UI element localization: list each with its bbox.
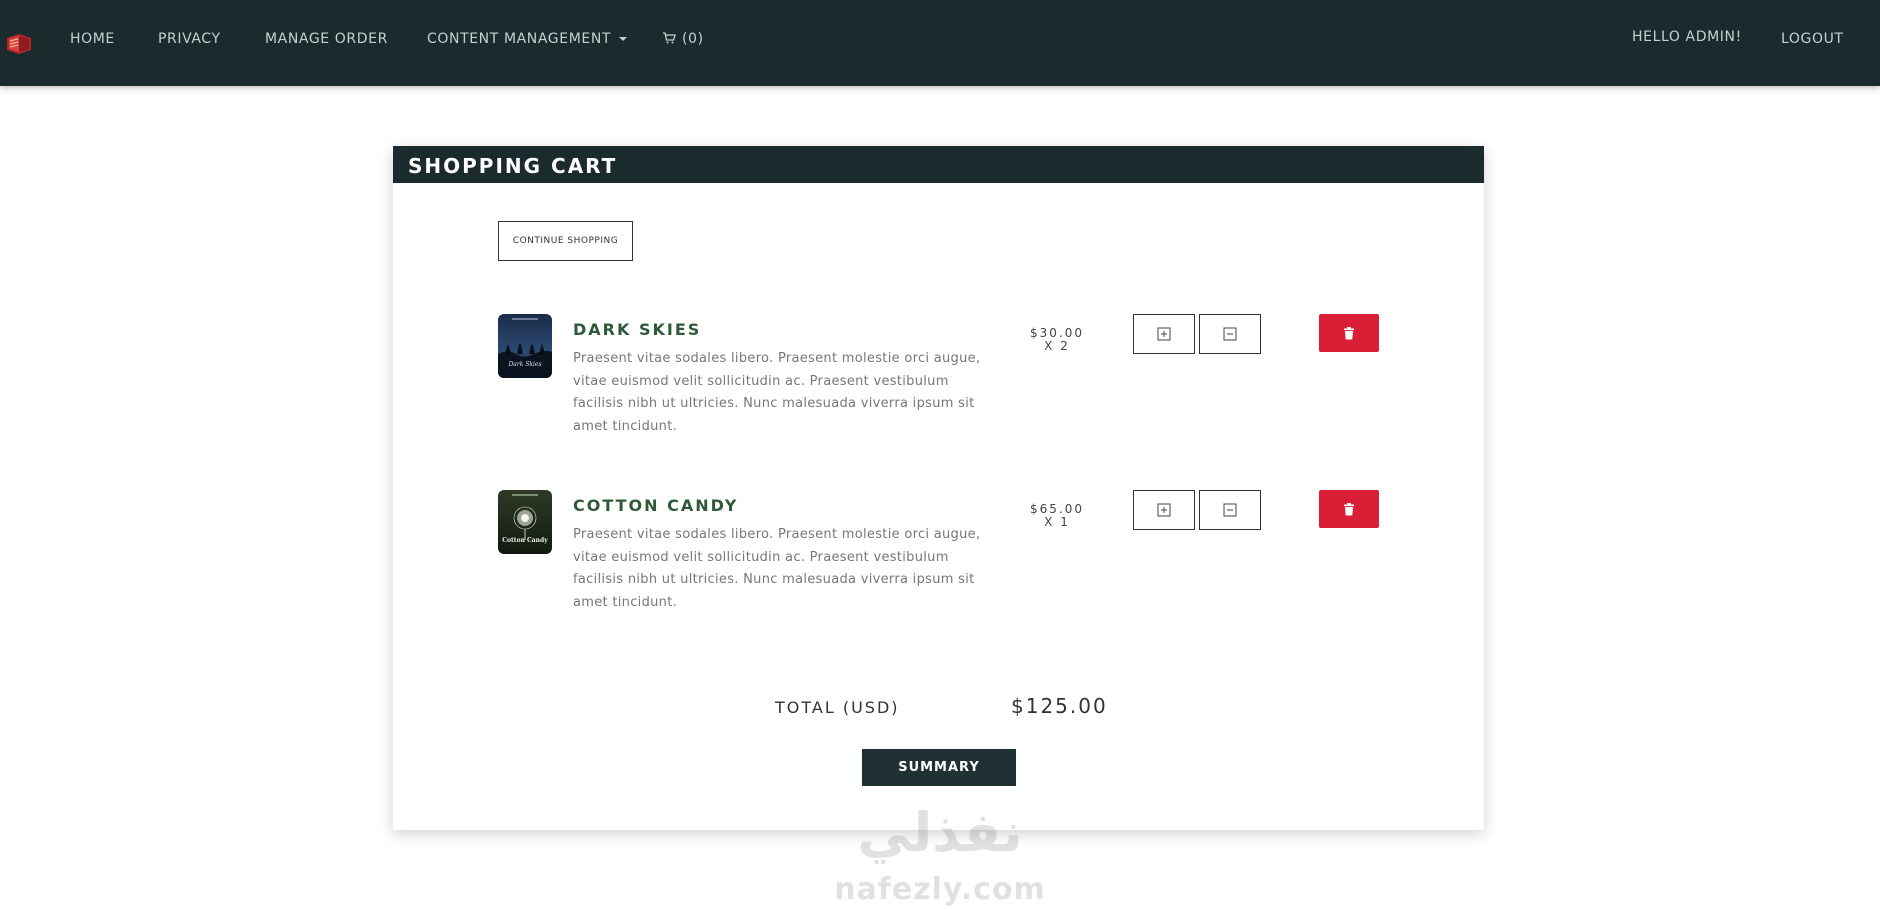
page-title: SHOPPING CART	[408, 154, 618, 178]
increase-quantity-button[interactable]	[1133, 490, 1195, 530]
item-description: Praesent vitae sodales libero. Praesent …	[573, 351, 981, 434]
minus-square-icon	[1223, 503, 1237, 517]
nav-logout[interactable]: LOGOUT	[1781, 31, 1844, 47]
cart-count: (0)	[682, 31, 704, 47]
item-title: COTTON CANDY	[573, 496, 739, 515]
item-title: DARK SKIES	[573, 320, 702, 339]
item-description: Praesent vitae sodales libero. Praesent …	[573, 527, 981, 610]
book-cover-text: Cotton Candy	[502, 537, 548, 544]
delete-item-button[interactable]	[1319, 314, 1379, 352]
watermark: نفذلي nafezly.com	[830, 800, 1050, 910]
book-cover-image: Cotton Candy	[498, 490, 552, 554]
delete-item-button[interactable]	[1319, 490, 1379, 528]
nav-cart[interactable]: (0)	[662, 31, 704, 47]
watermark-arabic: نفذلي	[857, 801, 1023, 864]
continue-shopping-button[interactable]: CONTINUE SHOPPING	[498, 221, 633, 261]
item-quantity: X 1	[1044, 515, 1070, 529]
decrease-quantity-button[interactable]	[1199, 314, 1261, 354]
trash-icon	[1344, 502, 1354, 515]
shopping-cart-card: SHOPPING CART CONTINUE SHOPPING Dark Ski…	[393, 146, 1484, 830]
user-greeting: HELLO ADMIN!	[1632, 29, 1742, 45]
book-logo-icon[interactable]	[4, 28, 34, 58]
watermark-latin: nafezly.com	[834, 872, 1046, 907]
book-cover-image: Dark Skies	[498, 314, 552, 378]
nav-home[interactable]: HOME	[70, 31, 115, 47]
caret-down-icon	[619, 37, 628, 41]
nav-privacy[interactable]: PRIVACY	[158, 31, 221, 47]
item-price-quantity: $65.00 X 1	[1017, 503, 1097, 529]
increase-quantity-button[interactable]	[1133, 314, 1195, 354]
nav-manage-order[interactable]: MANAGE ORDER	[265, 31, 388, 47]
item-price-quantity: $30.00 X 2	[1017, 327, 1097, 353]
summary-button[interactable]: SUMMARY	[862, 749, 1016, 786]
cart-item: Dark Skies DARK SKIES Praesent vitae sod…	[498, 314, 1398, 464]
minus-square-icon	[1223, 327, 1237, 341]
decrease-quantity-button[interactable]	[1199, 490, 1261, 530]
card-header: SHOPPING CART	[393, 146, 1484, 183]
total-value: $125.00	[1011, 694, 1108, 718]
cart-icon	[663, 32, 676, 44]
plus-square-icon	[1157, 327, 1171, 341]
nav-content-management-dropdown[interactable]: CONTENT MANAGEMENT	[427, 31, 628, 47]
cart-item: Cotton Candy COTTON CANDY Praesent vitae…	[498, 490, 1398, 640]
navbar: HOME PRIVACY MANAGE ORDER CONTENT MANAGE…	[0, 0, 1880, 86]
trash-icon	[1344, 326, 1354, 339]
plus-square-icon	[1157, 503, 1171, 517]
book-cover-text: Dark Skies	[507, 361, 541, 368]
nav-content-management-label: CONTENT MANAGEMENT	[427, 31, 612, 47]
total-label: TOTAL (USD)	[775, 698, 900, 717]
item-quantity: X 2	[1044, 339, 1070, 353]
